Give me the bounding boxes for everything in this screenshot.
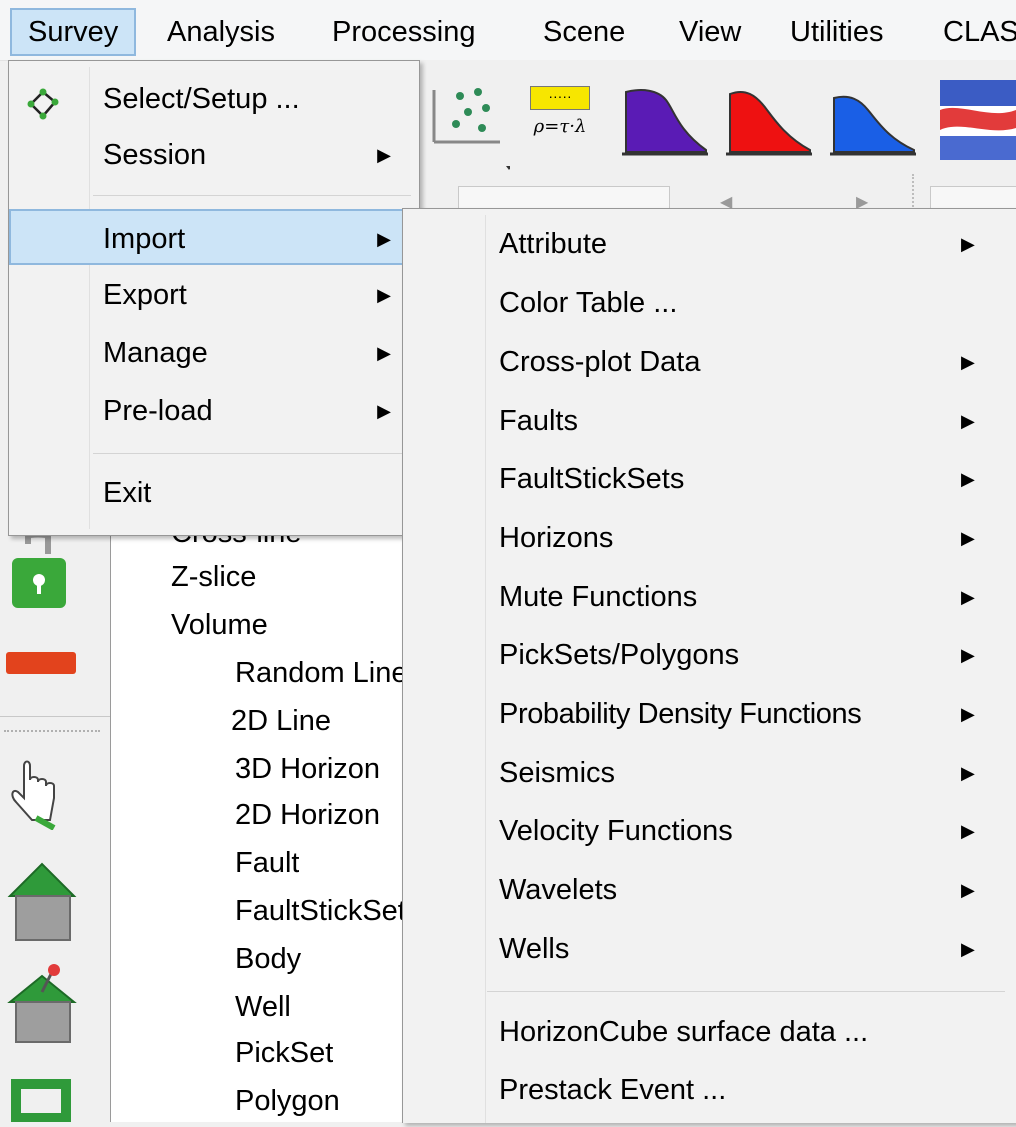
lock-icon[interactable] (8, 531, 68, 610)
menu-item-exit[interactable]: Exit (9, 465, 419, 521)
submenu-arrow-icon: ▶ (961, 704, 975, 724)
submenu-arrow-icon: ▶ (961, 645, 975, 665)
submenu-item-velocity-functions[interactable]: Velocity Functions ▶ (403, 802, 1016, 860)
formula-icon[interactable]: ····· ρ=τ·λ (522, 86, 598, 156)
scale-bar-icon[interactable] (6, 652, 76, 678)
submenu-item-seismics[interactable]: Seismics ▶ (403, 744, 1016, 802)
survey-menu: Select/Setup ... Session ▶ Import ▶ Expo… (8, 60, 420, 536)
hand-pointer-icon[interactable] (10, 758, 60, 831)
colortable-icon[interactable] (940, 80, 1016, 160)
submenu-arrow-icon: ▶ (961, 352, 975, 372)
frame-icon[interactable] (6, 1076, 78, 1123)
home-icon[interactable] (6, 860, 78, 944)
submenu-item-faultsticksets[interactable]: FaultStickSets ▶ (403, 450, 1016, 508)
submenu-arrow-icon: ▶ (961, 469, 975, 489)
submenu-item-color-table[interactable]: Color Table ... (403, 274, 1016, 332)
survey-setup-icon (25, 83, 59, 120)
tree-item-fault[interactable]: Fault (235, 840, 299, 886)
tree-item-2d-horizon[interactable]: 2D Horizon (235, 792, 380, 838)
menu-item-select-setup[interactable]: Select/Setup ... (9, 71, 419, 127)
menu-item-session[interactable]: Session ▶ (9, 127, 419, 183)
menu-scene[interactable]: Scene (543, 8, 625, 56)
submenu-item-prestack-event[interactable]: Prestack Event ... (403, 1061, 1016, 1119)
submenu-item-crossplot-data[interactable]: Cross-plot Data ▶ (403, 333, 1016, 391)
submenu-arrow-icon: ▶ (961, 587, 975, 607)
submenu-arrow-icon: ▶ (377, 229, 391, 249)
crossplot-icon[interactable] (420, 80, 512, 170)
menu-analysis[interactable]: Analysis (167, 8, 275, 56)
import-submenu: Attribute ▶ Color Table ... Cross-plot D… (402, 208, 1016, 1123)
submenu-arrow-icon: ▶ (377, 401, 391, 421)
menu-survey[interactable]: Survey (10, 8, 137, 56)
submenu-item-mute-functions[interactable]: Mute Functions ▶ (403, 568, 1016, 626)
left-toolbar (0, 530, 111, 1123)
menu-item-export[interactable]: Export ▶ (9, 267, 419, 323)
red-distribution-icon[interactable] (726, 80, 816, 172)
submenu-arrow-icon: ▶ (961, 880, 975, 900)
menu-view[interactable]: View (679, 8, 741, 56)
tree-item-polygon[interactable]: Polygon (235, 1078, 340, 1124)
submenu-arrow-icon: ▶ (377, 145, 391, 165)
submenu-item-horizoncube-surface-data[interactable]: HorizonCube surface data ... (403, 1003, 1016, 1061)
tree-item-pickset[interactable]: PickSet (235, 1030, 333, 1076)
submenu-arrow-icon: ▶ (961, 411, 975, 431)
tree-item-3d-horizon[interactable]: 3D Horizon (235, 746, 380, 792)
home-pin-icon[interactable] (6, 962, 78, 1046)
menu-item-import[interactable]: Import ▶ (9, 209, 419, 265)
submenu-item-picksets-polygons[interactable]: PickSets/Polygons ▶ (403, 626, 1016, 684)
menubar: Survey Analysis Processing Scene View Ut… (0, 0, 1016, 61)
menu-item-manage[interactable]: Manage ▶ (9, 325, 419, 381)
blue-distribution-icon[interactable] (830, 80, 920, 172)
submenu-item-pdf[interactable]: Probability Density Functions ▶ (403, 685, 1016, 743)
submenu-item-attribute[interactable]: Attribute ▶ (403, 215, 1016, 273)
submenu-item-wavelets[interactable]: Wavelets ▶ (403, 861, 1016, 919)
tree-item-volume[interactable]: Volume (171, 602, 268, 648)
toolbar: ····· ρ=τ·λ (400, 60, 1016, 170)
tree-item-body[interactable]: Body (235, 936, 301, 982)
submenu-arrow-icon: ▶ (377, 343, 391, 363)
tree-item-zslice[interactable]: Z-slice (171, 554, 256, 600)
menu-item-preload[interactable]: Pre-load ▶ (9, 383, 419, 439)
submenu-arrow-icon: ▶ (377, 285, 391, 305)
tree-item-2d-line[interactable]: 2D Line (231, 698, 331, 744)
submenu-arrow-icon: ▶ (961, 939, 975, 959)
menu-utilities[interactable]: Utilities (790, 8, 883, 56)
submenu-arrow-icon: ▶ (961, 528, 975, 548)
scene-tree: Cross-line Z-slice Volume Random Line 2D… (110, 517, 411, 1124)
submenu-item-wells[interactable]: Wells ▶ (403, 920, 1016, 978)
purple-distribution-icon[interactable] (622, 80, 712, 172)
menu-processing[interactable]: Processing (332, 8, 475, 56)
menu-clas[interactable]: CLAS (943, 8, 1016, 56)
tree-item-random-line[interactable]: Random Line (235, 650, 408, 696)
submenu-arrow-icon: ▶ (961, 234, 975, 254)
submenu-item-horizons[interactable]: Horizons ▶ (403, 509, 1016, 567)
submenu-arrow-icon: ▶ (961, 821, 975, 841)
submenu-item-faults[interactable]: Faults ▶ (403, 392, 1016, 450)
tree-item-well[interactable]: Well (235, 984, 291, 1030)
tree-item-faultstickset[interactable]: FaultStickSet (235, 888, 406, 934)
submenu-arrow-icon: ▶ (961, 763, 975, 783)
